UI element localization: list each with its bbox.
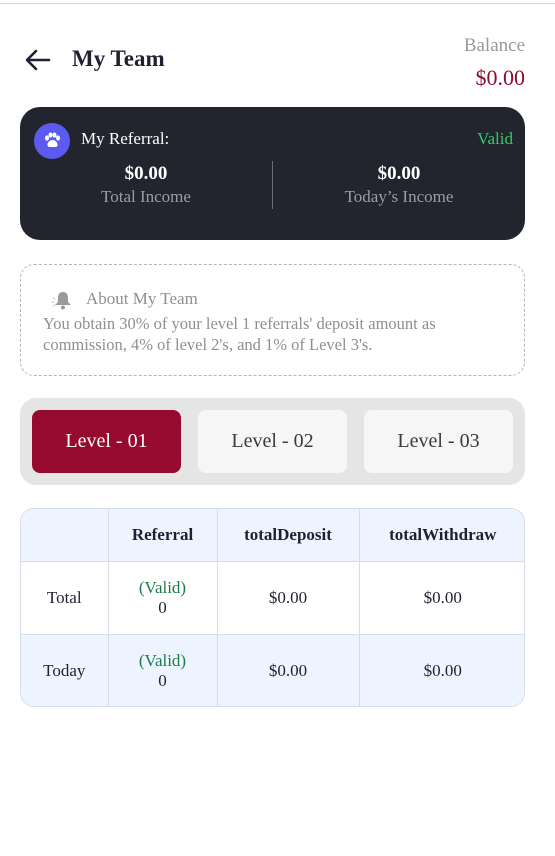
table-row: Total (Valid) 0 $0.00 $0.00 bbox=[21, 561, 524, 635]
header-total-deposit: totalDeposit bbox=[217, 509, 360, 562]
referral-title: My Referral: bbox=[81, 129, 170, 148]
tab-level-03[interactable]: Level - 03 bbox=[364, 410, 513, 473]
header-total-withdraw: totalWithdraw bbox=[359, 509, 524, 562]
row-label: Total bbox=[21, 561, 109, 635]
withdraw-cell: $0.00 bbox=[423, 660, 462, 680]
total-income: $0.00 Total Income bbox=[20, 163, 272, 207]
table-row: Today (Valid) 0 $0.00 $0.00 bbox=[21, 634, 524, 706]
tab-level-02[interactable]: Level - 02 bbox=[198, 410, 347, 473]
bell-icon bbox=[52, 292, 71, 310]
balance-label: Balance bbox=[463, 35, 525, 56]
referral-status: Valid bbox=[477, 129, 513, 148]
page-title: My Team bbox=[72, 46, 165, 71]
row-label: Today bbox=[21, 634, 109, 706]
header-referral: Referral bbox=[108, 509, 218, 562]
arrow-left-icon bbox=[25, 49, 51, 71]
withdraw-cell: $0.00 bbox=[359, 561, 524, 635]
total-income-label: Total Income bbox=[101, 187, 191, 206]
referral-count: 0 bbox=[158, 670, 167, 690]
header: My Team Balance $0.00 bbox=[0, 0, 555, 100]
about-text: You obtain 30% of your level 1 referrals… bbox=[43, 314, 436, 354]
deposit-cell: $0.00 bbox=[217, 561, 360, 635]
team-table: Referral totalDeposit totalWithdraw Tota… bbox=[20, 508, 525, 707]
total-income-amount: $0.00 bbox=[124, 163, 168, 184]
table-header-row: Referral totalDeposit totalWithdraw bbox=[21, 509, 524, 562]
referral-count: 0 bbox=[158, 597, 167, 617]
today-income-amount: $0.00 bbox=[377, 163, 421, 184]
today-income: $0.00 Today’s Income bbox=[273, 163, 525, 207]
today-income-label: Today’s Income bbox=[344, 187, 454, 206]
header-empty bbox=[21, 509, 109, 562]
paw-icon bbox=[34, 123, 70, 159]
valid-label: (Valid) bbox=[138, 577, 187, 597]
referral-cell: (Valid) 0 bbox=[108, 634, 218, 706]
about-title: About My Team bbox=[86, 289, 198, 308]
back-button[interactable] bbox=[22, 44, 54, 76]
valid-label: (Valid) bbox=[138, 650, 187, 670]
referral-card: My Referral: Valid $0.00 Total Income $0… bbox=[20, 107, 525, 240]
tab-level-01[interactable]: Level - 01 bbox=[32, 410, 181, 473]
level-tabs: Level - 01 Level - 02 Level - 03 bbox=[20, 398, 525, 485]
referral-cell: (Valid) 0 bbox=[108, 561, 218, 635]
about-team-box: About My Team You obtain 30% of your lev… bbox=[20, 264, 525, 376]
deposit-cell: $0.00 bbox=[217, 634, 360, 706]
balance-value: $0.00 bbox=[475, 65, 526, 90]
